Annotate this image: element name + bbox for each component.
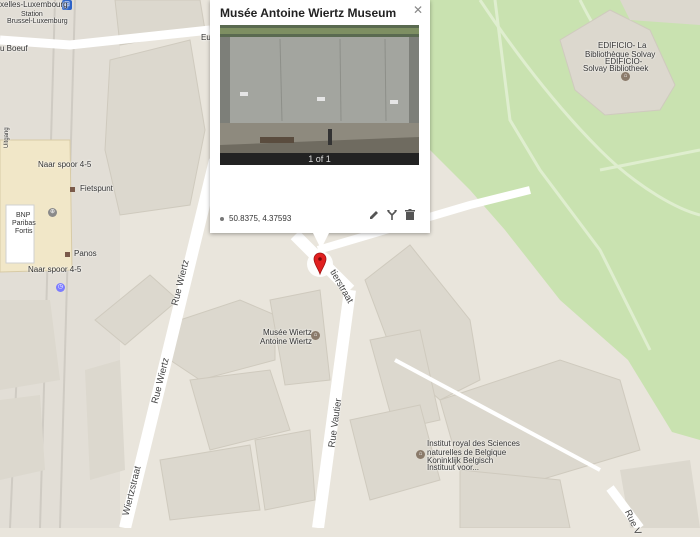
- close-icon[interactable]: ✕: [413, 3, 423, 17]
- place-photo[interactable]: 1 of 1: [220, 25, 419, 165]
- building: [0, 395, 45, 480]
- map-label-fietspunt: Fietspunt: [80, 184, 113, 193]
- edit-icon[interactable]: [368, 208, 380, 222]
- poi-marker: [65, 252, 70, 257]
- poi-icon: ⊕: [48, 208, 57, 217]
- map-label-station: xelles-Luxembourg: [0, 0, 68, 9]
- map-label-panos: Panos: [74, 249, 97, 258]
- popup-title: Musée Antoine Wiertz Museum: [220, 6, 397, 20]
- library-icon: ⌂: [621, 72, 630, 81]
- building: [104, 39, 206, 216]
- poi-icon: ◷: [56, 283, 65, 292]
- info-popup: Musée Antoine Wiertz Museum ✕ 1 of 1 50.…: [210, 0, 430, 233]
- directions-icon[interactable]: [386, 208, 398, 222]
- map-label-solvay: Solvay Bibliotheek: [583, 64, 649, 73]
- map-label-bnp: Fortis: [15, 228, 33, 235]
- museum-icon: ⌂: [311, 331, 320, 340]
- coordinates-text: 50.8375, 4.37593: [229, 214, 292, 223]
- photo-counter: 1 of 1: [308, 154, 331, 164]
- photo-image: [220, 25, 419, 165]
- map-label-naar-spoor: Naar spoor 4-5: [38, 160, 92, 169]
- building: [459, 469, 571, 528]
- map-label-institut: Instituut voor...: [427, 463, 480, 472]
- coordinates: 50.8375, 4.37593: [220, 214, 291, 223]
- building: [159, 444, 261, 521]
- museum-icon: ⌂: [416, 450, 425, 459]
- map-label-uitgang: Uitgang: [4, 127, 10, 148]
- delete-icon[interactable]: [404, 208, 416, 222]
- popup-pointer: [313, 233, 329, 249]
- building: [254, 429, 316, 511]
- location-pin-icon: [220, 216, 224, 221]
- building: [0, 300, 60, 390]
- map-label-museum: Antoine Wiertz: [260, 337, 313, 346]
- map-label-boeuf: u Boeuf: [0, 44, 28, 53]
- popup-toolbar: [368, 208, 418, 222]
- poi-marker: [70, 187, 75, 192]
- map-label-naar-spoor: Naar spoor 4-5: [28, 265, 82, 274]
- building: [85, 360, 125, 480]
- map-label-station: Brussel-Luxemburg: [7, 18, 68, 25]
